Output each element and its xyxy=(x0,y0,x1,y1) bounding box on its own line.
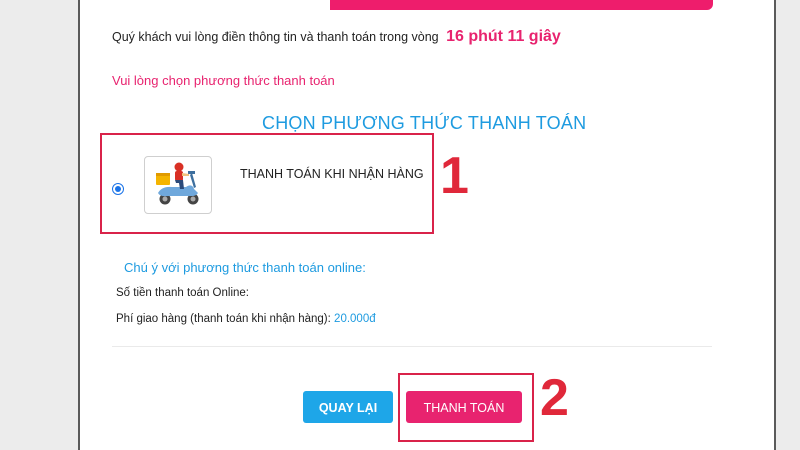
panel-border-left xyxy=(78,0,80,450)
annotation-number-1: 1 xyxy=(440,147,469,205)
panel-border-right xyxy=(774,0,776,450)
back-button[interactable]: QUAY LẠI xyxy=(303,391,393,423)
online-amount-row: Số tiền thanh toán Online: xyxy=(116,287,249,299)
choose-method-prompt: Vui lòng chọn phương thức thanh toán xyxy=(112,73,335,88)
annotation-box-1 xyxy=(100,133,434,234)
page-margin-right xyxy=(776,0,800,450)
online-note-title: Chú ý với phương thức thanh toán online: xyxy=(124,260,366,275)
annotation-number-2: 2 xyxy=(540,369,569,427)
online-amount-label: Số tiền thanh toán Online: xyxy=(116,287,249,299)
shipping-fee-label: Phí giao hàng (thanh toán khi nhận hàng)… xyxy=(116,313,331,325)
shipping-fee-row: Phí giao hàng (thanh toán khi nhận hàng)… xyxy=(116,313,376,325)
section-title: CHỌN PHƯƠNG THỨC THANH TOÁN xyxy=(262,113,587,133)
shipping-fee-value: 20.000đ xyxy=(334,313,376,325)
page-margin-left xyxy=(0,0,80,450)
divider xyxy=(112,346,712,347)
progress-bar xyxy=(330,0,713,10)
time-limit-notice: Quý khách vui lòng điền thông tin và tha… xyxy=(112,28,561,46)
annotation-box-2 xyxy=(398,373,534,442)
notice-text: Quý khách vui lòng điền thông tin và tha… xyxy=(112,30,439,44)
countdown-timer: 16 phút 11 giây xyxy=(446,28,561,45)
